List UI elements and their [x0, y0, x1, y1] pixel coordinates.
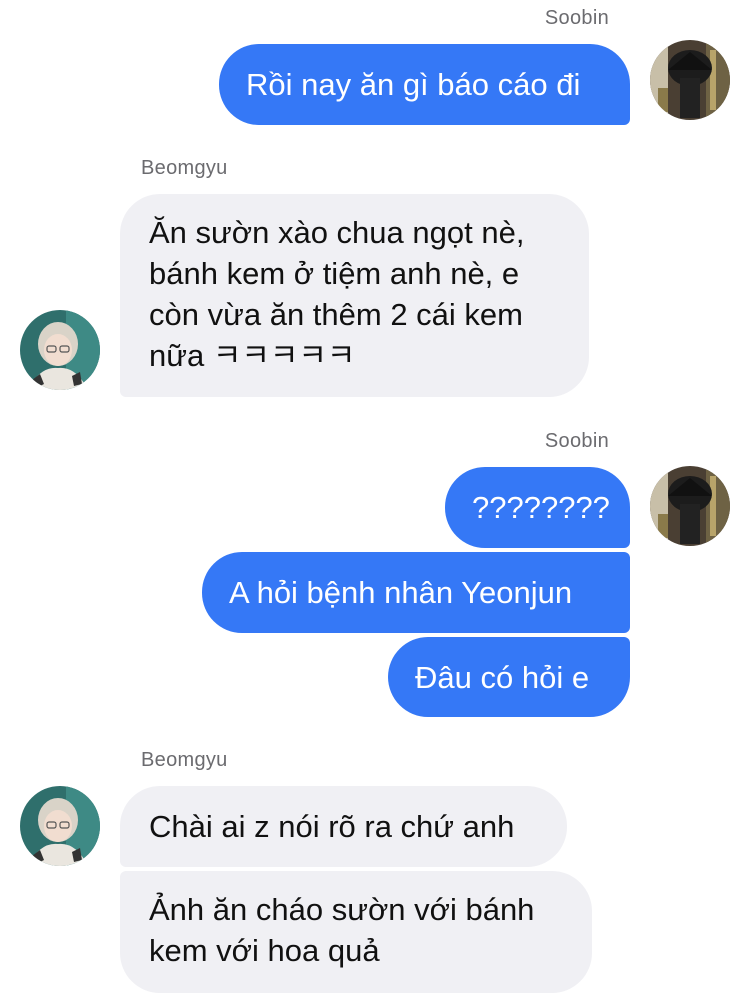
- beomgyu-avatar[interactable]: [20, 786, 100, 866]
- message-text: Chài ai z nói rõ ra chứ anh: [149, 809, 515, 844]
- avatar-image: [20, 310, 100, 390]
- message-text: Rồi nay ăn gì báo cáo đi: [246, 67, 581, 102]
- avatar-image: [650, 466, 730, 546]
- message-bubble-outgoing[interactable]: A hỏi bệnh nhân Yeonjun: [202, 552, 630, 633]
- avatar-image: [650, 40, 730, 120]
- soobin-avatar[interactable]: [650, 40, 730, 120]
- beomgyu-avatar[interactable]: [20, 310, 100, 390]
- message-bubble-incoming[interactable]: Chài ai z nói rõ ra chứ anh: [120, 786, 567, 867]
- sender-name-beomgyu: Beomgyu: [141, 749, 228, 771]
- message-text: Ăn sườn xào chua ngọt nè, bánh kem ở tiệ…: [149, 215, 525, 373]
- sender-name-soobin: Soobin: [544, 430, 609, 452]
- message-text: Đâu có hỏi e: [415, 659, 590, 695]
- message-bubble-outgoing[interactable]: ????????: [445, 467, 630, 548]
- message-bubble-incoming[interactable]: Ăn sườn xào chua ngọt nè, bánh kem ở tiệ…: [120, 194, 589, 397]
- message-bubble-outgoing[interactable]: Đâu có hỏi e: [388, 637, 630, 717]
- sender-name-soobin: Soobin: [544, 7, 609, 29]
- message-bubble-outgoing[interactable]: Rồi nay ăn gì báo cáo đi: [219, 44, 630, 125]
- message-text: A hỏi bệnh nhân Yeonjun: [229, 575, 573, 610]
- message-bubble-incoming[interactable]: Ảnh ăn cháo sườn với bánh kem với hoa qu…: [120, 871, 592, 993]
- avatar-image: [20, 786, 100, 866]
- sender-name-beomgyu: Beomgyu: [141, 157, 228, 179]
- message-text: ????????: [472, 490, 610, 525]
- message-text: Ảnh ăn cháo sườn với bánh kem với hoa qu…: [149, 892, 535, 968]
- soobin-avatar[interactable]: [650, 466, 730, 546]
